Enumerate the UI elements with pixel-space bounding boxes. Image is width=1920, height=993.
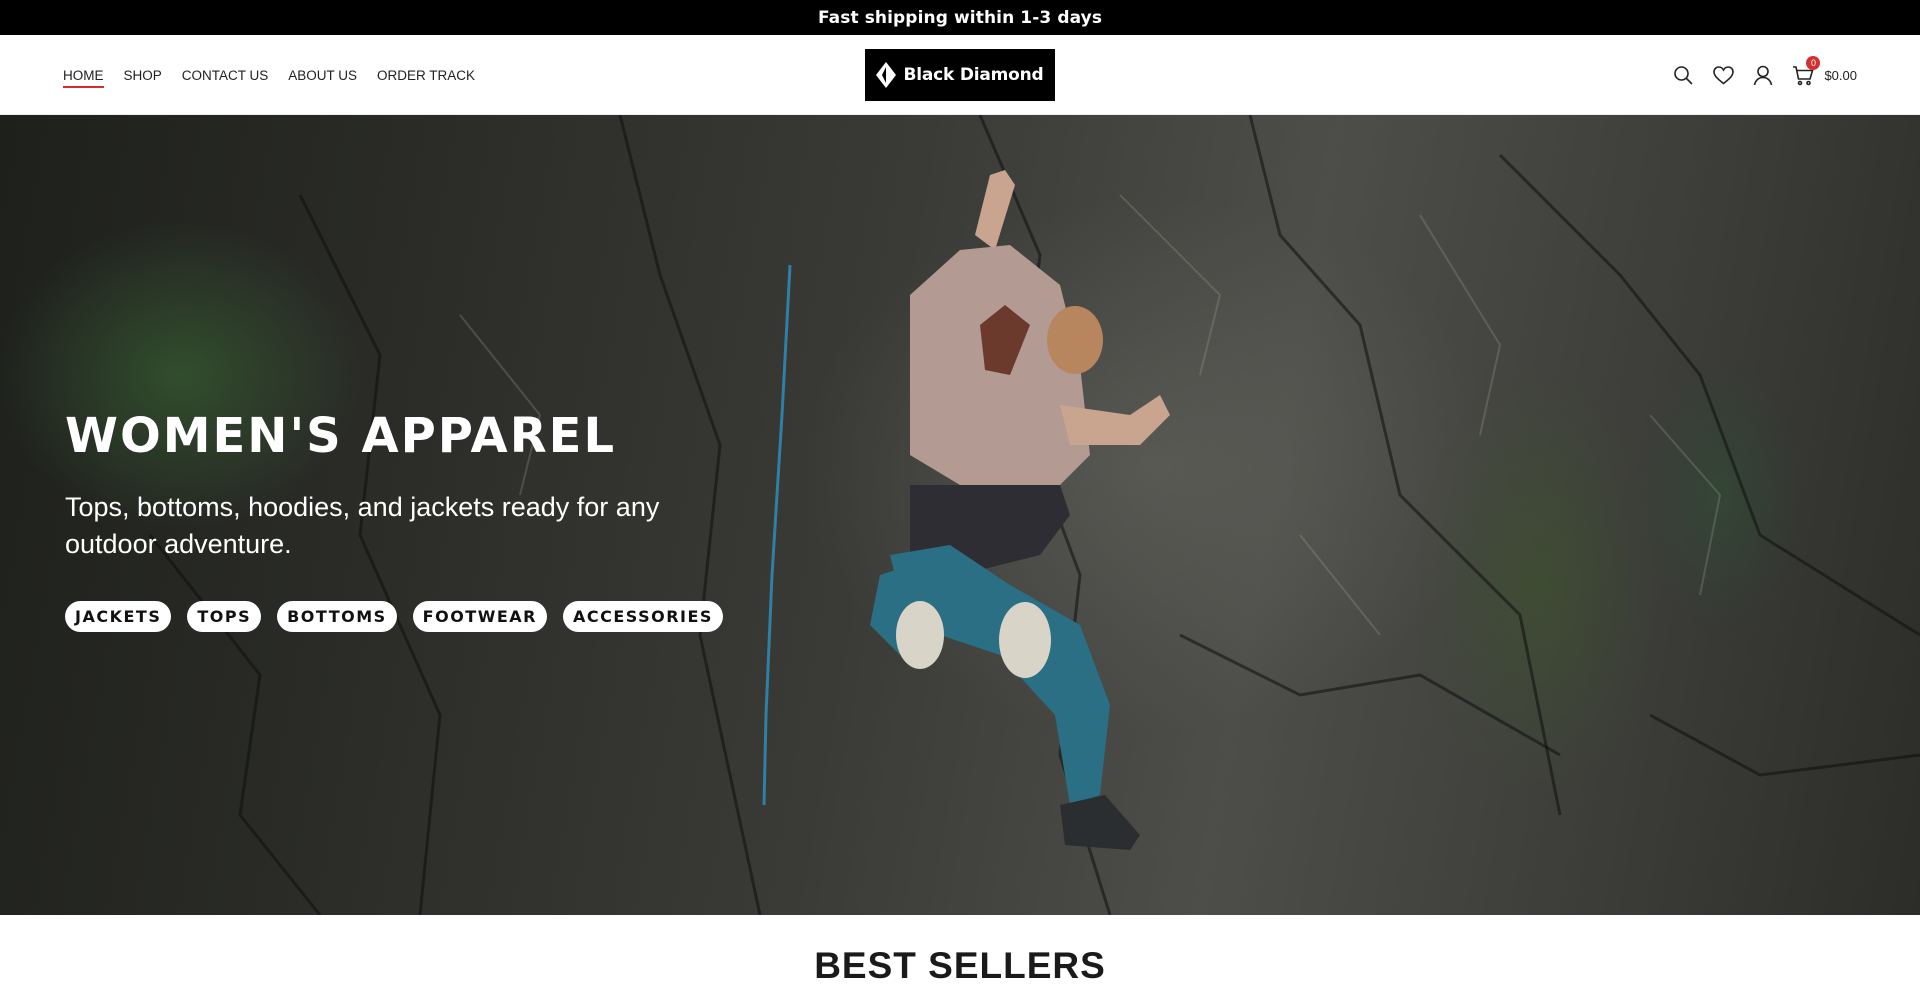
site-header: HOME SHOP CONTACT US ABOUT US ORDER TRAC…: [0, 35, 1920, 115]
hero-title: WOMEN'S APPAREL: [65, 408, 617, 464]
header-actions: 0 $0.00: [1672, 35, 1857, 115]
pill-bottoms[interactable]: BOTTOMS: [277, 600, 397, 632]
heart-icon[interactable]: [1712, 64, 1734, 86]
nav-item-about-us[interactable]: ABOUT US: [288, 64, 357, 87]
pill-tops[interactable]: TOPS: [187, 600, 262, 632]
section-title-best-sellers: BEST SELLERS: [814, 945, 1106, 986]
hero-subtitle: Tops, bottoms, hoodies, and jackets read…: [65, 491, 660, 559]
cart-count-badge: 0: [1806, 56, 1821, 70]
pill-footwear[interactable]: FOOTWEAR: [412, 600, 547, 632]
cart-button[interactable]: 0 $0.00: [1792, 56, 1857, 86]
nav-item-order-track[interactable]: ORDER TRACK: [377, 64, 475, 87]
announcement-text: Fast shipping within 1-3 days: [817, 7, 1103, 28]
hero-content: WOMEN'S APPAREL Tops, bottoms, hoodies, …: [65, 408, 723, 632]
announcement-bar: Fast shipping within 1-3 days: [0, 0, 1920, 35]
site-logo[interactable]: Black Diamond: [865, 49, 1055, 101]
climber-figure: [870, 170, 1170, 850]
category-pills: JACKETS TOPS BOTTOMS FOOTWEAR ACCESSORIE…: [65, 600, 723, 632]
nav-item-home[interactable]: HOME: [63, 64, 104, 88]
logo-text: Black Diamond: [903, 65, 1044, 85]
main-nav: HOME SHOP CONTACT US ABOUT US ORDER TRAC…: [63, 35, 475, 115]
hero-banner: WOMEN'S APPAREL Tops, bottoms, hoodies, …: [0, 115, 1920, 915]
pill-accessories[interactable]: ACCESSORIES: [562, 600, 723, 632]
cart-total: $0.00: [1824, 67, 1857, 83]
nav-item-shop[interactable]: SHOP: [124, 64, 162, 87]
search-icon[interactable]: [1672, 64, 1694, 86]
nav-item-contact-us[interactable]: CONTACT US: [182, 64, 269, 87]
pill-jackets[interactable]: JACKETS: [65, 600, 172, 632]
user-icon[interactable]: [1752, 64, 1774, 86]
diamond-logo-icon: [876, 62, 897, 88]
